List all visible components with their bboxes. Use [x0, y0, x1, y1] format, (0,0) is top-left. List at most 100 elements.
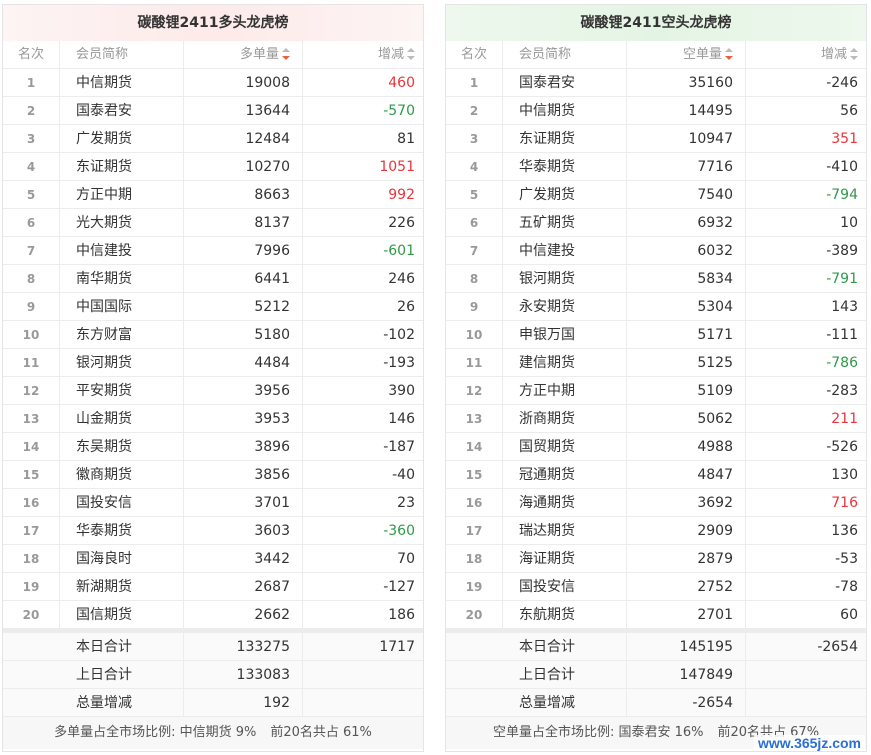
table-row[interactable]: 9 中国国际 5212 26 — [3, 293, 423, 321]
table-row[interactable]: 5 广发期货 7540 -794 — [446, 181, 866, 209]
member-name-cell[interactable]: 中信建投 — [503, 237, 627, 264]
table-row[interactable]: 14 国贸期货 4988 -526 — [446, 433, 866, 461]
table-row[interactable]: 18 国海良时 3442 70 — [3, 545, 423, 573]
table-row[interactable]: 13 山金期货 3953 146 — [3, 405, 423, 433]
table-row[interactable]: 17 华泰期货 3603 -360 — [3, 517, 423, 545]
member-name-cell[interactable]: 广发期货 — [60, 125, 184, 152]
table-row[interactable]: 11 建信期货 5125 -786 — [446, 349, 866, 377]
table-row[interactable]: 18 海证期货 2879 -53 — [446, 545, 866, 573]
member-name-cell[interactable]: 国信期货 — [60, 601, 184, 628]
table-row[interactable]: 1 中信期货 19008 460 — [3, 69, 423, 97]
change-cell: 146 — [388, 411, 415, 427]
table-row[interactable]: 16 国投安信 3701 23 — [3, 489, 423, 517]
member-name-cell[interactable]: 新湖期货 — [60, 573, 184, 600]
table-row[interactable]: 4 东证期货 10270 1051 — [3, 153, 423, 181]
table-row[interactable]: 16 海通期货 3692 716 — [446, 489, 866, 517]
volume-cell: 8663 — [184, 181, 303, 208]
rank-cell: 1 — [3, 69, 60, 96]
member-name-cell[interactable]: 建信期货 — [503, 349, 627, 376]
header-change[interactable]: 增减 — [303, 41, 423, 68]
member-name-cell[interactable]: 国贸期货 — [503, 433, 627, 460]
table-row[interactable]: 10 东方财富 5180 -102 — [3, 321, 423, 349]
member-name-cell[interactable]: 中国国际 — [60, 293, 184, 320]
member-name-cell[interactable]: 永安期货 — [503, 293, 627, 320]
member-name-cell[interactable]: 华泰期货 — [60, 517, 184, 544]
table-row[interactable]: 7 中信建投 7996 -601 — [3, 237, 423, 265]
table-row[interactable]: 2 中信期货 14495 56 — [446, 97, 866, 125]
member-name-cell[interactable]: 海证期货 — [503, 545, 627, 572]
table-row[interactable]: 3 广发期货 12484 81 — [3, 125, 423, 153]
sort-desc-active-icon[interactable] — [725, 47, 733, 60]
table-row[interactable]: 10 申银万国 5171 -111 — [446, 321, 866, 349]
sort-desc-active-icon[interactable] — [282, 47, 290, 60]
table-row[interactable]: 4 华泰期货 7716 -410 — [446, 153, 866, 181]
summary-volume: 147849 — [627, 661, 746, 688]
member-name-cell[interactable]: 广发期货 — [503, 181, 627, 208]
table-row[interactable]: 7 中信建投 6032 -389 — [446, 237, 866, 265]
sort-arrows-icon[interactable] — [850, 47, 858, 60]
table-row[interactable]: 9 永安期货 5304 143 — [446, 293, 866, 321]
member-name-cell[interactable]: 东方财富 — [60, 321, 184, 348]
member-name-cell[interactable]: 东证期货 — [60, 153, 184, 180]
header-short-volume[interactable]: 空单量 — [627, 41, 746, 68]
member-name-cell[interactable]: 中信期货 — [60, 69, 184, 96]
table-row[interactable]: 8 南华期货 6441 246 — [3, 265, 423, 293]
table-row[interactable]: 11 银河期货 4484 -193 — [3, 349, 423, 377]
table-row[interactable]: 20 国信期货 2662 186 — [3, 601, 423, 629]
member-name-cell[interactable]: 申银万国 — [503, 321, 627, 348]
member-name-cell[interactable]: 国投安信 — [60, 489, 184, 516]
header-change[interactable]: 增减 — [746, 41, 866, 68]
member-name-cell[interactable]: 光大期货 — [60, 209, 184, 236]
table-row[interactable]: 20 东航期货 2701 60 — [446, 601, 866, 629]
member-name-cell[interactable]: 海通期货 — [503, 489, 627, 516]
table-row[interactable]: 19 新湖期货 2687 -127 — [3, 573, 423, 601]
member-name-cell[interactable]: 徽商期货 — [60, 461, 184, 488]
member-name-cell[interactable]: 国泰君安 — [60, 97, 184, 124]
member-name-cell[interactable]: 平安期货 — [60, 377, 184, 404]
table-row[interactable]: 5 方正中期 8663 992 — [3, 181, 423, 209]
member-name-cell[interactable]: 南华期货 — [60, 265, 184, 292]
sort-arrows-icon[interactable] — [407, 47, 415, 60]
member-name-cell[interactable]: 中信建投 — [60, 237, 184, 264]
member-name-cell[interactable]: 东航期货 — [503, 601, 627, 628]
table-row[interactable]: 15 徽商期货 3856 -40 — [3, 461, 423, 489]
table-row[interactable]: 3 东证期货 10947 351 — [446, 125, 866, 153]
table-row[interactable]: 1 国泰君安 35160 -246 — [446, 69, 866, 97]
rank-cell: 17 — [3, 517, 60, 544]
table-row[interactable]: 17 瑞达期货 2909 136 — [446, 517, 866, 545]
member-name-cell[interactable]: 国海良时 — [60, 545, 184, 572]
member-name-cell[interactable]: 方正中期 — [60, 181, 184, 208]
table-row[interactable]: 6 五矿期货 6932 10 — [446, 209, 866, 237]
volume-cell: 6032 — [627, 237, 746, 264]
table-row[interactable]: 8 银河期货 5834 -791 — [446, 265, 866, 293]
change-cell: 211 — [831, 411, 858, 427]
member-name-cell[interactable]: 银河期货 — [60, 349, 184, 376]
table-row[interactable]: 12 方正中期 5109 -283 — [446, 377, 866, 405]
member-name-cell[interactable]: 国泰君安 — [503, 69, 627, 96]
member-name-cell[interactable]: 东证期货 — [503, 125, 627, 152]
member-name-cell[interactable]: 浙商期货 — [503, 405, 627, 432]
table-row[interactable]: 13 浙商期货 5062 211 — [446, 405, 866, 433]
table-row[interactable]: 14 东吴期货 3896 -187 — [3, 433, 423, 461]
member-name-cell[interactable]: 银河期货 — [503, 265, 627, 292]
rank-cell: 5 — [3, 181, 60, 208]
member-name-cell[interactable]: 山金期货 — [60, 405, 184, 432]
table-row[interactable]: 2 国泰君安 13644 -570 — [3, 97, 423, 125]
header-long-volume[interactable]: 多单量 — [184, 41, 303, 68]
table-row[interactable]: 15 冠通期货 4847 130 — [446, 461, 866, 489]
member-name-cell[interactable]: 东吴期货 — [60, 433, 184, 460]
volume-cell: 3603 — [184, 517, 303, 544]
summary-spacer — [446, 689, 503, 716]
member-name-cell[interactable]: 中信期货 — [503, 97, 627, 124]
member-name-cell[interactable]: 国投安信 — [503, 573, 627, 600]
table-row[interactable]: 6 光大期货 8137 226 — [3, 209, 423, 237]
summary-label: 总量增减 — [60, 689, 184, 716]
member-name-cell[interactable]: 华泰期货 — [503, 153, 627, 180]
member-name-cell[interactable]: 方正中期 — [503, 377, 627, 404]
member-name-cell[interactable]: 冠通期货 — [503, 461, 627, 488]
rank-cell: 3 — [446, 125, 503, 152]
table-row[interactable]: 12 平安期货 3956 390 — [3, 377, 423, 405]
table-row[interactable]: 19 国投安信 2752 -78 — [446, 573, 866, 601]
member-name-cell[interactable]: 瑞达期货 — [503, 517, 627, 544]
member-name-cell[interactable]: 五矿期货 — [503, 209, 627, 236]
